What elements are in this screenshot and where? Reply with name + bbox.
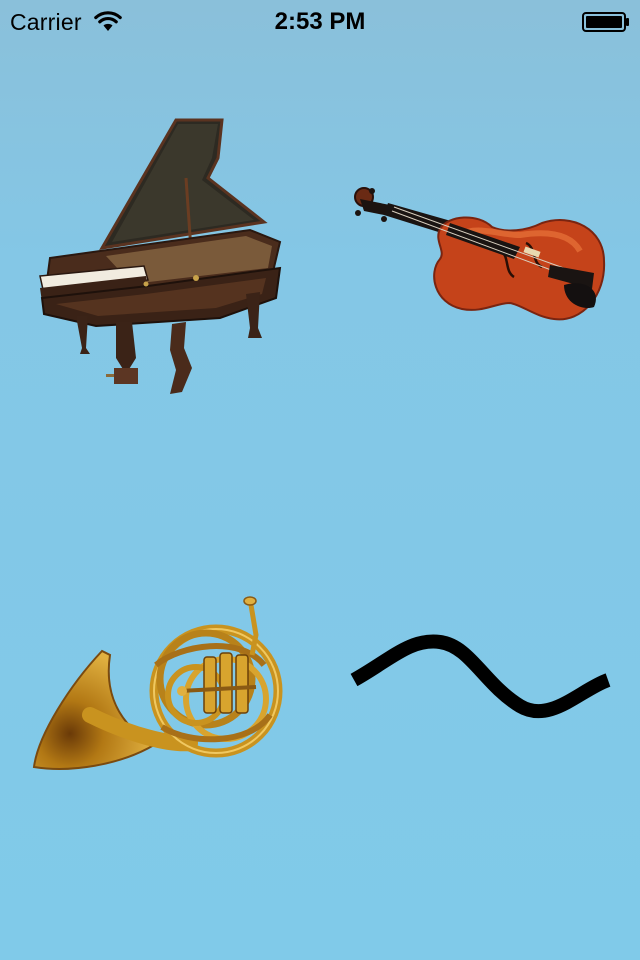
battery-icon (582, 12, 629, 32)
horn-button[interactable] (30, 595, 290, 775)
piano-button[interactable] (36, 118, 284, 404)
clock-time: 2:53 PM (274, 8, 366, 35)
status-bar: Carrier 2:53 PM (0, 0, 640, 40)
violin-image (354, 187, 606, 321)
sine-wave-icon (350, 634, 611, 719)
wave-button[interactable] (350, 630, 614, 724)
violin-button[interactable] (350, 185, 612, 327)
grand-piano-image (39, 118, 282, 394)
french-horn-image (32, 596, 283, 770)
